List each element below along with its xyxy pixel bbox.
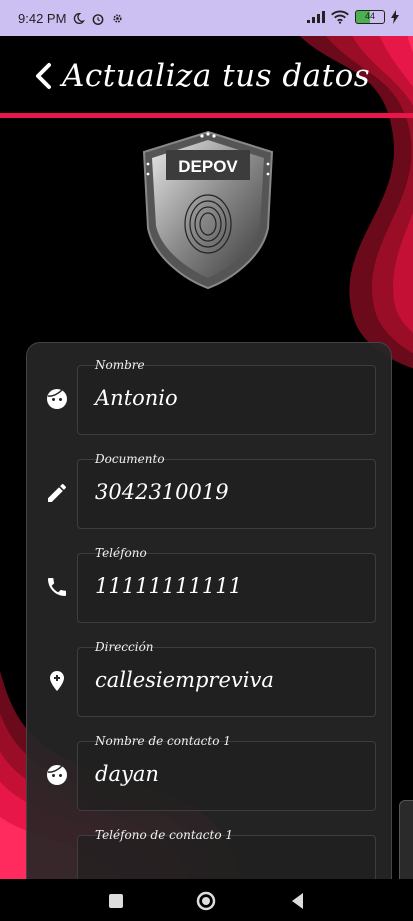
battery-level: 44 [364,11,375,21]
telefono-value: 11111111111 [95,574,242,598]
nombre-input[interactable]: Nombre Antonio [77,358,376,435]
app-screen: Actualiza tus datos DEPOV Nombre Antonio… [0,36,413,879]
status-bar: 9:42 PM 44 [0,0,413,36]
logo-text: DEPOV [178,157,238,176]
back-button[interactable] [28,58,58,94]
direccion-input[interactable]: Dirección callesiempreviva [77,640,376,717]
face-icon [47,389,67,409]
pencil-icon [48,483,66,502]
field-nombre: Nombre Antonio [27,358,393,439]
nombre-contacto-value: dayan [95,762,159,786]
app-header: Actualiza tus datos [0,36,413,118]
back-nav-button[interactable] [288,891,308,911]
face-icon [47,765,67,785]
settings-icon [113,14,122,23]
alarm-icon [93,13,104,25]
header-divider [0,113,413,118]
direccion-value: callesiempreviva [95,668,274,692]
nombre-value: Antonio [95,386,178,410]
documento-value: 3042310019 [95,480,229,504]
nombre-contacto-label: Nombre de contacto 1 [95,734,231,748]
documento-input[interactable]: Documento 3042310019 [77,452,376,529]
status-time: 9:42 PM [18,11,67,26]
field-direccion: Dirección callesiempreviva [27,640,393,721]
recents-button[interactable] [106,891,126,911]
telefono-input[interactable]: Teléfono 11111111111 [77,546,376,623]
field-telefono-contacto-1: Teléfono de contacto 1 [27,828,393,879]
charging-icon [391,10,399,24]
field-documento: Documento 3042310019 [27,452,393,533]
home-button[interactable] [196,891,216,911]
battery-icon: 44 [355,10,385,24]
nombre-label: Nombre [95,358,145,372]
direccion-label: Dirección [95,640,154,654]
phone-icon [48,578,66,596]
chevron-left-icon [36,63,51,89]
wifi-icon [331,10,349,24]
telefono-contacto-label: Teléfono de contacto 1 [95,828,234,842]
moon-icon [74,12,86,25]
page-title: Actualiza tus datos [62,58,371,94]
signal-icon [307,11,325,23]
telefono-contacto-input[interactable]: Teléfono de contacto 1 [77,828,376,879]
system-nav-bar [0,879,413,921]
field-telefono: Teléfono 11111111111 [27,546,393,627]
field-nombre-contacto-1: Nombre de contacto 1 dayan [27,734,393,815]
depov-logo: DEPOV [142,130,274,290]
telefono-label: Teléfono [95,546,147,560]
nombre-contacto-input[interactable]: Nombre de contacto 1 dayan [77,734,376,811]
add-location-icon [50,671,64,691]
documento-label: Documento [95,452,165,466]
profile-form: Nombre Antonio Documento 3042310019 Telé… [26,342,392,879]
